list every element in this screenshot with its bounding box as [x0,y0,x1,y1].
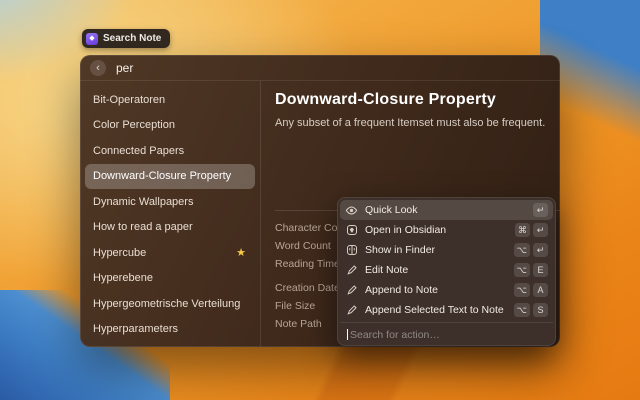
pencil-icon [345,284,358,297]
pencil-icon [345,264,358,277]
key-option: ⌥ [514,243,530,257]
list-item[interactable]: Hyperparameters [85,317,255,343]
list-item[interactable]: Connected Papers [85,138,255,164]
action-menu: Quick Look ↵ Open in Obsidian ⌘↵ Show in… [337,197,556,346]
menu-item-show-in-finder[interactable]: Show in Finder ⌥↵ [340,240,553,260]
search-bar: ‹ per [80,55,560,81]
finder-icon [345,244,358,257]
key-e: E [533,263,548,277]
list-item[interactable]: Dynamic Wallpapers [85,189,255,215]
key-option: ⌥ [514,283,530,297]
obsidian-icon: ◆ [86,33,98,45]
menu-item-append-to-note[interactable]: Append to Note ⌥A [340,280,553,300]
key-option: ⌥ [514,303,530,317]
list-item[interactable]: Hyperebene [85,266,255,292]
note-summary: Any subset of a frequent Itemset must al… [275,117,546,129]
list-item-selected[interactable]: Downward-Closure Property [85,164,255,190]
key-return: ↵ [533,203,548,217]
key-return: ↵ [533,243,548,257]
search-input[interactable]: per [116,61,133,75]
back-button[interactable]: ‹ [90,60,106,76]
text-cursor [347,329,348,340]
window-title-pill: ◆ Search Note [82,29,170,48]
window-title: Search Note [103,33,161,44]
key-a: A [533,283,548,297]
action-search-placeholder: Search for action… [350,329,440,341]
desktop: ◆ Search Note ‹ per Bit-Operatoren Color… [0,0,640,400]
list-item[interactable]: Bit-Operatoren [85,87,255,113]
note-list: Bit-Operatoren Color Perception Connecte… [80,81,260,346]
menu-item-open-in-obsidian[interactable]: Open in Obsidian ⌘↵ [340,220,553,240]
key-cmd: ⌘ [515,223,530,237]
action-search-input[interactable]: Search for action… [340,322,553,346]
menu-item-quick-look[interactable]: Quick Look ↵ [340,200,553,220]
key-return: ↵ [533,223,548,237]
menu-item-append-selected-text[interactable]: Append Selected Text to Note ⌥S [340,300,553,320]
list-item[interactable]: Hypergeometrische Verteilung [85,291,255,317]
list-item[interactable]: Hypercube★ [85,240,255,266]
menu-item-edit-note[interactable]: Edit Note ⌥E [340,260,553,280]
list-item[interactable]: How to read a paper [85,215,255,241]
note-title: Downward-Closure Property [275,91,546,109]
list-item[interactable]: Color Perception [85,113,255,139]
pencil-icon [345,304,358,317]
key-option: ⌥ [514,263,530,277]
chevron-left-icon: ‹ [96,62,100,74]
obsidian-app-icon [345,224,358,237]
key-s: S [533,303,548,317]
star-icon: ★ [236,246,246,259]
eye-icon [345,204,358,217]
